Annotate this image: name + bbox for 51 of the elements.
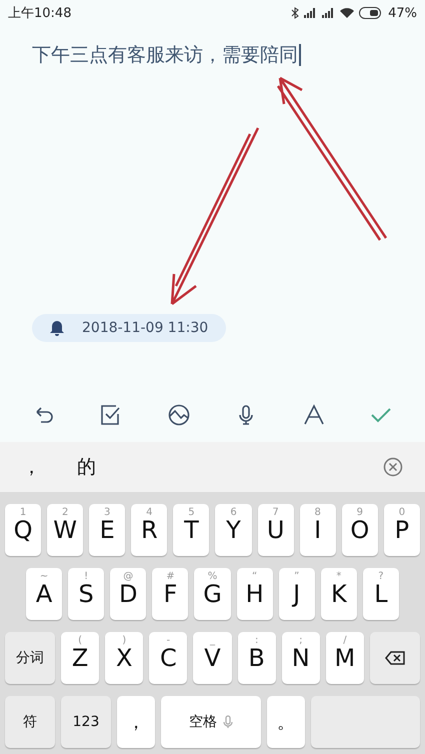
bluetooth-icon xyxy=(291,7,300,19)
keyboard-key[interactable]: @ D xyxy=(110,568,146,620)
keyboard-key[interactable]: 0 P xyxy=(384,504,420,556)
status-time: 上午10:48 xyxy=(8,5,72,22)
signal-icon xyxy=(304,8,318,18)
keyboard-key[interactable]: : B xyxy=(238,632,276,684)
keyboard-key[interactable]: 8 I xyxy=(300,504,336,556)
keyboard-key[interactable]: - C xyxy=(149,632,188,684)
keyboard-key[interactable]: 4 R xyxy=(131,504,168,556)
keyboard-key[interactable]: ” J xyxy=(278,568,315,620)
microphone-icon xyxy=(223,715,233,729)
signal-icon xyxy=(322,8,336,18)
keyboard-key[interactable]: 分词 xyxy=(5,632,55,684)
keyboard-key[interactable]: 6 Y xyxy=(215,504,252,556)
keyboard-key[interactable]: 2 W xyxy=(47,504,84,556)
wifi-icon xyxy=(340,8,354,18)
keyboard-key[interactable]: 3 E xyxy=(89,504,126,556)
keyboard-key[interactable]: ~ A xyxy=(26,568,62,620)
keyboard-key[interactable]: 123 xyxy=(61,696,111,748)
keyboard-key[interactable]: 9 O xyxy=(342,504,378,556)
reminder-chip[interactable]: 2018-11-09 11:30 xyxy=(32,314,226,342)
keyboard-key[interactable]: ( Z xyxy=(61,632,100,684)
keyboard-key[interactable]: # F xyxy=(152,568,188,620)
keyboard-key[interactable]: ? L xyxy=(362,568,399,620)
candidate-word[interactable]: ， xyxy=(22,454,41,480)
keyboard-key[interactable]: ， xyxy=(117,696,155,748)
candidate-word[interactable]: 的 xyxy=(77,454,96,480)
keyboard-key[interactable]: “ H xyxy=(236,568,273,620)
keyboard-key[interactable]: 符 xyxy=(5,696,55,748)
note-text[interactable]: 下午三点有客服来访，需要陪同 xyxy=(32,42,300,68)
battery-percentage: 47% xyxy=(388,6,417,20)
keyboard-key[interactable]: ) X xyxy=(105,632,144,684)
keyboard-key[interactable]: ! S xyxy=(68,568,104,620)
keyboard-key[interactable]: % G xyxy=(194,568,231,620)
checkbox-icon xyxy=(100,404,122,426)
keyboard-key[interactable]: _ V xyxy=(193,632,232,684)
backspace-key[interactable] xyxy=(370,632,420,684)
keyboard-key[interactable]: 1 Q xyxy=(5,504,42,556)
clear-icon[interactable] xyxy=(383,457,403,477)
keyboard-key[interactable]: * K xyxy=(320,568,357,620)
space-key[interactable]: 空格 xyxy=(161,696,261,748)
battery-icon xyxy=(359,7,384,19)
bell-icon xyxy=(50,320,64,336)
keyboard-key[interactable]: 5 T xyxy=(173,504,210,556)
text-format-icon xyxy=(302,404,325,426)
keyboard-key[interactable]: ; N xyxy=(282,632,320,684)
backspace-icon xyxy=(384,651,405,665)
keyboard-key[interactable]: 。 xyxy=(267,696,305,748)
keyboard-key[interactable]: 7 U xyxy=(258,504,294,556)
image-icon xyxy=(168,404,190,426)
keyboard-key[interactable]: / M xyxy=(326,632,364,684)
